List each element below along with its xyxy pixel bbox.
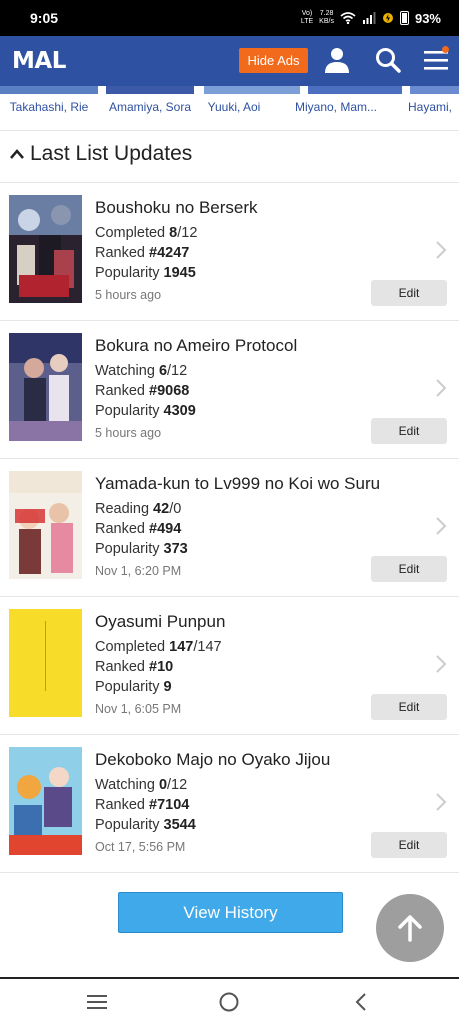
voice-actor-name[interactable]: Yuuki, Aoi [202, 94, 266, 130]
list-update-item[interactable]: Dekoboko Majo no Oyako Jijou Watching 0/… [0, 734, 459, 872]
item-rank: Ranked #4247 [95, 245, 190, 261]
item-timestamp: 5 hours ago [95, 288, 162, 302]
item-status: Watching 0/12 [95, 777, 188, 793]
chevron-right-icon[interactable] [434, 654, 448, 674]
scroll-to-top-button[interactable] [376, 894, 444, 962]
signal-icon [362, 12, 376, 24]
back-icon[interactable] [353, 992, 369, 1012]
divider [0, 130, 459, 131]
chevron-up-icon [10, 149, 24, 159]
battery-level: 93% [414, 10, 441, 26]
chevron-right-icon[interactable] [434, 516, 448, 536]
chevron-right-icon[interactable] [434, 378, 448, 398]
item-timestamp: Nov 1, 6:20 PM [95, 564, 182, 578]
system-nav-bar [0, 977, 459, 1024]
item-rank: Ranked #494 [95, 521, 182, 537]
item-popularity: Popularity 1945 [95, 265, 196, 281]
voice-actor-name[interactable]: Hayami, [406, 94, 459, 130]
divider [0, 872, 459, 873]
list-update-item[interactable]: Boushoku no Berserk Completed 8/12 Ranke… [0, 182, 459, 320]
list-update-item[interactable]: Yamada-kun to Lv999 no Koi wo Suru Readi… [0, 458, 459, 596]
profile-icon[interactable] [323, 46, 351, 74]
mal-logo[interactable]: MAL [12, 48, 66, 74]
chevron-right-icon[interactable] [434, 792, 448, 812]
voice-actor-name[interactable]: Miyano, Mam... [266, 94, 406, 130]
item-popularity: Popularity 373 [95, 541, 188, 557]
edit-button[interactable]: Edit [371, 418, 447, 444]
item-title[interactable]: Oyasumi Punpun [95, 612, 225, 632]
item-timestamp: Nov 1, 6:05 PM [95, 702, 182, 716]
item-status: Completed 8/12 [95, 225, 198, 241]
arrow-up-icon [398, 915, 422, 942]
character-image-strip [0, 86, 459, 94]
cover-image[interactable] [9, 609, 82, 717]
item-rank: Ranked #10 [95, 659, 174, 675]
voice-actor-row: Takahashi, Rie Amamiya, Sora Yuuki, Aoi … [0, 94, 459, 130]
edit-button[interactable]: Edit [371, 556, 447, 582]
wifi-icon [340, 12, 356, 24]
item-timestamp: Oct 17, 5:56 PM [95, 840, 186, 854]
search-icon[interactable] [374, 46, 402, 74]
item-title[interactable]: Boushoku no Berserk [95, 198, 258, 218]
item-title[interactable]: Bokura no Ameiro Protocol [95, 336, 297, 356]
cover-image[interactable] [9, 471, 82, 579]
edit-button[interactable]: Edit [371, 832, 447, 858]
hamburger-menu-icon[interactable] [422, 46, 450, 74]
battery-saver-icon [382, 13, 393, 23]
item-timestamp: 5 hours ago [95, 426, 162, 440]
item-popularity: Popularity 9 [95, 679, 172, 695]
cover-image[interactable] [9, 195, 82, 303]
section-header[interactable]: Last List Updates [10, 142, 192, 166]
item-popularity: Popularity 4309 [95, 403, 196, 419]
battery-icon [399, 11, 409, 25]
item-status: Reading 42/0 [95, 501, 182, 517]
voice-actor-name[interactable]: Amamiya, Sora [98, 94, 202, 130]
item-title[interactable]: Yamada-kun to Lv999 no Koi wo Suru [95, 474, 380, 494]
cover-image[interactable] [9, 333, 82, 441]
view-history-button[interactable]: View History [118, 892, 343, 933]
section-title: Last List Updates [30, 142, 193, 165]
item-rank: Ranked #7104 [95, 797, 190, 813]
status-bar: 9:05 Vo) LTE 7.28 KB/s 93% [0, 0, 459, 36]
item-popularity: Popularity 3544 [95, 817, 196, 833]
chevron-right-icon[interactable] [434, 240, 448, 260]
recent-apps-icon[interactable] [86, 993, 108, 1011]
item-status: Watching 6/12 [95, 363, 188, 379]
cover-image[interactable] [9, 747, 82, 855]
voice-actor-name[interactable]: Takahashi, Rie [0, 94, 98, 130]
app-header: MAL Hide Ads [0, 36, 459, 86]
edit-button[interactable]: Edit [371, 694, 447, 720]
volte-indicator: Vo) LTE [300, 10, 314, 25]
net-speed: 7.28 KB/s [319, 10, 334, 25]
clock: 9:05 [30, 10, 59, 26]
item-rank: Ranked #9068 [95, 383, 190, 399]
item-title[interactable]: Dekoboko Majo no Oyako Jijou [95, 750, 330, 770]
list-update-item[interactable]: Bokura no Ameiro Protocol Watching 6/12 … [0, 320, 459, 458]
list-update-item[interactable]: Oyasumi Punpun Completed 147/147 Ranked … [0, 596, 459, 734]
home-icon[interactable] [218, 991, 240, 1013]
hide-ads-button[interactable]: Hide Ads [239, 48, 308, 73]
status-icons: Vo) LTE 7.28 KB/s 93% [301, 10, 441, 26]
item-status: Completed 147/147 [95, 639, 222, 655]
edit-button[interactable]: Edit [371, 280, 447, 306]
